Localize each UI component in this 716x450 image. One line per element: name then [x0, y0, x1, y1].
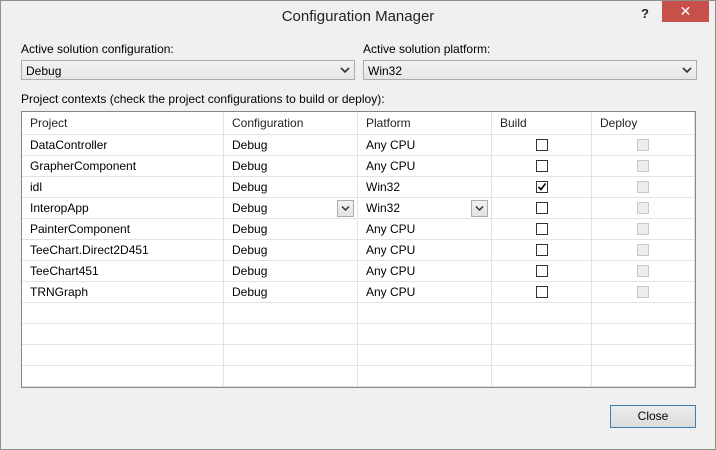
- empty-cell: [358, 366, 492, 387]
- cell-project: TRNGraph: [22, 282, 224, 303]
- cell-platform[interactable]: Win32: [358, 177, 492, 198]
- active-platform-dropdown[interactable]: Win32: [363, 60, 697, 80]
- cell-project: GrapherComponent: [22, 156, 224, 177]
- cell-platform[interactable]: Any CPU: [358, 261, 492, 282]
- empty-cell: [358, 324, 492, 345]
- cell-platform[interactable]: Any CPU: [358, 240, 492, 261]
- cell-configuration[interactable]: Debug: [224, 177, 358, 198]
- empty-cell: [592, 303, 695, 324]
- empty-cell: [224, 303, 358, 324]
- empty-cell: [358, 303, 492, 324]
- cell-configuration[interactable]: Debug: [224, 219, 358, 240]
- empty-cell: [592, 324, 695, 345]
- empty-cell: [224, 366, 358, 387]
- chevron-down-icon: [475, 205, 484, 212]
- cell-configuration[interactable]: Debug: [224, 261, 358, 282]
- active-platform-value: Win32: [368, 64, 403, 78]
- build-checkbox[interactable]: [536, 244, 548, 256]
- empty-cell: [492, 324, 592, 345]
- chevron-down-icon: [340, 67, 350, 74]
- empty-cell: [22, 366, 224, 387]
- empty-cell: [22, 303, 224, 324]
- deploy-checkbox: [637, 181, 649, 193]
- build-checkbox[interactable]: [536, 286, 548, 298]
- deploy-checkbox: [637, 265, 649, 277]
- empty-cell: [592, 366, 695, 387]
- empty-cell: [492, 303, 592, 324]
- close-button[interactable]: Close: [610, 405, 696, 428]
- empty-cell: [492, 345, 592, 366]
- cell-project: PainterComponent: [22, 219, 224, 240]
- cell-platform[interactable]: Any CPU: [358, 156, 492, 177]
- close-icon[interactable]: ✕: [662, 1, 709, 22]
- project-contexts-grid[interactable]: Project Configuration Platform Build Deploy D…: [21, 111, 696, 388]
- active-config-value: Debug: [26, 64, 62, 78]
- checkmark-icon: [537, 183, 547, 191]
- empty-cell: [22, 324, 224, 345]
- empty-cell: [22, 345, 224, 366]
- column-header-configuration: Configuration: [224, 112, 358, 135]
- chevron-down-icon: [341, 205, 350, 212]
- deploy-checkbox: [637, 244, 649, 256]
- title-bar: Configuration Manager ? ✕: [1, 1, 715, 32]
- cell-project: DataController: [22, 135, 224, 156]
- empty-cell: [358, 345, 492, 366]
- cell-configuration[interactable]: Debug: [224, 156, 358, 177]
- deploy-checkbox: [637, 160, 649, 172]
- cell-configuration[interactable]: Debug: [224, 135, 358, 156]
- active-platform-label: Active solution platform:: [363, 42, 491, 56]
- cell-platform[interactable]: Any CPU: [358, 282, 492, 303]
- build-checkbox[interactable]: [536, 181, 548, 193]
- active-config-label: Active solution configuration:: [21, 42, 174, 56]
- empty-cell: [224, 324, 358, 345]
- cell-configuration[interactable]: Debug: [224, 282, 358, 303]
- deploy-checkbox: [637, 202, 649, 214]
- active-config-dropdown[interactable]: Debug: [21, 60, 355, 80]
- build-checkbox[interactable]: [536, 223, 548, 235]
- deploy-checkbox: [637, 139, 649, 151]
- column-header-project: Project: [22, 112, 224, 135]
- row-platform-dropdown[interactable]: [471, 200, 488, 217]
- cell-project: TeeChart.Direct2D451: [22, 240, 224, 261]
- build-checkbox[interactable]: [536, 139, 548, 151]
- empty-cell: [492, 366, 592, 387]
- column-header-build: Build: [492, 112, 592, 135]
- help-icon[interactable]: ?: [635, 5, 655, 23]
- project-contexts-label: Project contexts (check the project conf…: [21, 92, 385, 106]
- deploy-checkbox: [637, 223, 649, 235]
- build-checkbox[interactable]: [536, 265, 548, 277]
- cell-project: idl: [22, 177, 224, 198]
- row-configuration-dropdown[interactable]: [337, 200, 354, 217]
- chevron-down-icon: [682, 67, 692, 74]
- cell-project: TeeChart451: [22, 261, 224, 282]
- cell-platform[interactable]: Any CPU: [358, 219, 492, 240]
- empty-cell: [592, 345, 695, 366]
- empty-cell: [224, 345, 358, 366]
- cell-platform[interactable]: Any CPU: [358, 135, 492, 156]
- column-header-platform: Platform: [358, 112, 492, 135]
- column-header-deploy: Deploy: [592, 112, 695, 135]
- configuration-manager-window: Configuration Manager ? ✕ Active solutio…: [0, 0, 716, 450]
- build-checkbox[interactable]: [536, 160, 548, 172]
- deploy-checkbox: [637, 286, 649, 298]
- cell-project: InteropApp: [22, 198, 224, 219]
- window-title: Configuration Manager: [281, 8, 435, 25]
- cell-configuration[interactable]: Debug: [224, 240, 358, 261]
- build-checkbox[interactable]: [536, 202, 548, 214]
